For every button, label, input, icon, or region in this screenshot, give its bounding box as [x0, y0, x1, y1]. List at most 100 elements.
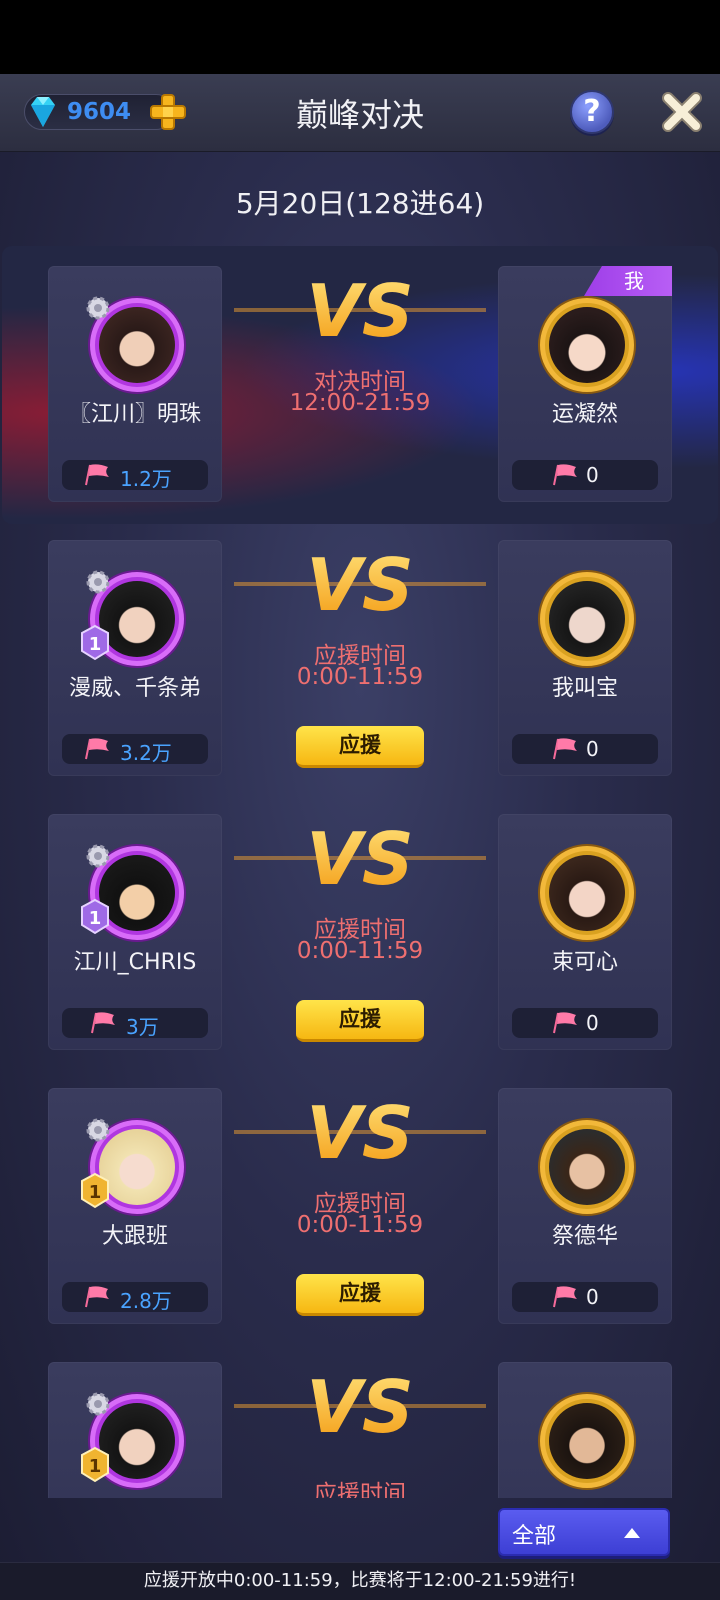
flag-icon — [553, 1012, 577, 1034]
footer-notice: 应援开放中0:00-11:59，比赛将于12:00-21:59进行! — [0, 1562, 720, 1600]
player-name: 运凝然 — [551, 402, 618, 427]
filter-label: 全部 — [512, 1524, 557, 1549]
player-avatar[interactable] — [540, 1120, 634, 1214]
vs-icon: VS — [234, 818, 486, 898]
player-name: 我叫宝 — [551, 676, 618, 701]
avatar-image — [549, 307, 625, 383]
time-label: 应援时间 — [314, 1481, 406, 1498]
flag-icon — [85, 464, 109, 486]
cheer-button[interactable]: 应援 — [296, 1000, 424, 1042]
match-row: 1 江川_CHRIS 3万 VS 应援时间 0:00-11:59 应援 束可心 — [0, 814, 720, 1090]
player-name: 〖江川〗明珠 — [68, 402, 201, 427]
support-score: 0 — [586, 737, 599, 761]
rank-badge-icon: 1 — [81, 898, 109, 935]
support-score: 0 — [586, 463, 599, 487]
left-player-card[interactable]: 1 江川_CHRIS 3万 — [48, 814, 222, 1050]
time-range: 0:00-11:59 — [296, 938, 424, 964]
match-row: 1 漫威、千条弟 3.2万 VS 应援时间 0:00-11:59 应援 我叫宝 — [0, 540, 720, 816]
gear-icon — [86, 570, 110, 594]
svg-text:VS: VS — [306, 544, 414, 624]
rank-number: 1 — [89, 634, 102, 655]
score-pill: 1.2万 — [62, 460, 208, 491]
vs-icon: VS — [234, 1366, 486, 1446]
left-player-card[interactable]: 1 — [48, 1362, 222, 1498]
vs-block: VS 应援时间 0:00-11:59 应援 — [224, 814, 496, 1050]
svg-text:VS: VS — [306, 818, 414, 898]
score-pill: 0 — [512, 460, 658, 490]
top-bar: 9604 巅峰对决 ? — [0, 74, 720, 152]
vs-icon: VS — [234, 1092, 486, 1172]
match-row: 〖江川〗明珠 1.2万 VS 对决时间 12:00-21:59 我 运凝然 0 — [0, 246, 720, 542]
filter-dropdown[interactable]: 全部 — [498, 1508, 670, 1556]
flag-icon — [85, 1286, 109, 1308]
right-player-card[interactable]: 我 运凝然 0 — [498, 266, 672, 502]
player-name: 漫威、千条弟 — [68, 676, 201, 701]
rank-number: 1 — [89, 908, 102, 929]
avatar-image — [549, 1129, 625, 1205]
player-name: 祭德华 — [551, 1224, 618, 1249]
cheer-button[interactable]: 应援 — [296, 726, 424, 768]
score-pill: 2.8万 — [62, 1282, 208, 1313]
score-pill: 0 — [512, 734, 658, 764]
game-screen: 9604 巅峰对决 ? 5月20日(128进64) 〖江川〗明珠 1.2万 VS… — [0, 74, 720, 1600]
flag-icon — [91, 1012, 115, 1034]
close-icon[interactable] — [658, 88, 706, 136]
support-score: 2.8万 — [120, 1289, 172, 1313]
vs-block: VS 应援时间 — [224, 1362, 496, 1498]
me-tag: 我 — [584, 266, 672, 296]
gear-icon — [86, 844, 110, 868]
support-score: 3万 — [126, 1015, 159, 1039]
player-avatar[interactable] — [540, 846, 634, 940]
flag-icon — [553, 464, 577, 486]
vs-icon: VS — [234, 270, 486, 350]
round-date: 5月20日(128进64) — [235, 187, 485, 220]
rank-number: 1 — [89, 1182, 102, 1203]
gear-icon — [86, 296, 110, 320]
gear-icon — [86, 1392, 110, 1416]
help-button[interactable]: ? — [570, 90, 614, 134]
match-row: 1 VS 应援时间 — [0, 1362, 720, 1498]
player-name: 束可心 — [551, 950, 618, 975]
support-score: 1.2万 — [120, 467, 172, 491]
player-avatar[interactable] — [540, 1394, 634, 1488]
rank-badge-icon: 1 — [81, 624, 109, 661]
right-player-card[interactable]: 我叫宝 0 — [498, 540, 672, 776]
right-player-card[interactable]: 束可心 0 — [498, 814, 672, 1050]
cheer-button[interactable]: 应援 — [296, 1274, 424, 1316]
score-pill: 3.2万 — [62, 734, 208, 765]
vs-block: VS 对决时间 12:00-21:59 — [224, 266, 496, 502]
vs-block: VS 应援时间 0:00-11:59 应援 — [224, 540, 496, 776]
rank-badge-icon: 1 — [81, 1172, 109, 1209]
player-name: 大跟班 — [101, 1224, 168, 1249]
right-player-card[interactable]: 祭德华 0 — [498, 1088, 672, 1324]
support-score: 0 — [586, 1011, 599, 1035]
svg-text:VS: VS — [306, 1366, 414, 1446]
svg-text:VS: VS — [306, 1092, 414, 1172]
rank-badge-icon: 1 — [81, 1446, 109, 1483]
avatar-image — [549, 581, 625, 657]
support-score: 0 — [586, 1285, 599, 1309]
rank-number: 1 — [89, 1456, 102, 1477]
score-pill: 3万 — [62, 1008, 208, 1039]
gear-icon — [86, 1118, 110, 1142]
right-player-card[interactable] — [498, 1362, 672, 1498]
match-row: 1 大跟班 2.8万 VS 应援时间 0:00-11:59 应援 祭德华 0 — [0, 1088, 720, 1364]
left-player-card[interactable]: 1 漫威、千条弟 3.2万 — [48, 540, 222, 776]
left-player-card[interactable]: 〖江川〗明珠 1.2万 — [48, 266, 222, 502]
avatar-image — [549, 855, 625, 931]
svg-text:VS: VS — [306, 270, 414, 350]
player-avatar[interactable] — [540, 298, 634, 392]
player-name: 江川_CHRIS — [73, 950, 197, 975]
flag-icon — [553, 1286, 577, 1308]
flag-icon — [85, 738, 109, 760]
time-range: 12:00-21:59 — [289, 390, 431, 416]
time-range: 0:00-11:59 — [296, 1212, 424, 1238]
time-range: 0:00-11:59 — [296, 664, 424, 690]
score-pill: 0 — [512, 1282, 658, 1312]
chevron-up-icon — [624, 1528, 640, 1538]
player-avatar[interactable] — [540, 572, 634, 666]
vs-block: VS 应援时间 0:00-11:59 应援 — [224, 1088, 496, 1324]
flag-icon — [553, 738, 577, 760]
avatar-image — [549, 1403, 625, 1479]
left-player-card[interactable]: 1 大跟班 2.8万 — [48, 1088, 222, 1324]
